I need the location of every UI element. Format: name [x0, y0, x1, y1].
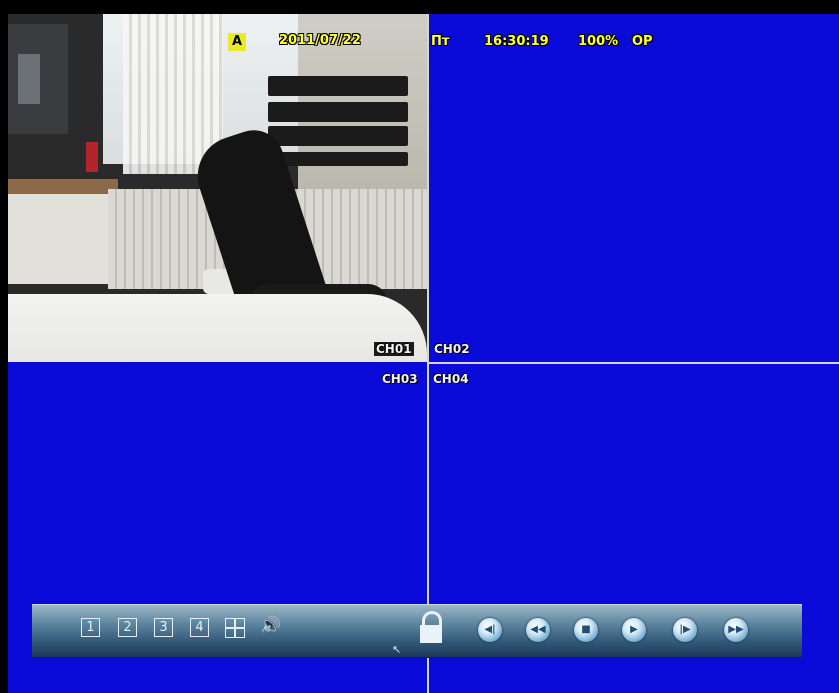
volume-icon[interactable]: 🔊: [260, 616, 281, 636]
feed-tray: [268, 76, 408, 96]
osd-mode: OP: [632, 34, 653, 49]
rewind-slow-icon[interactable]: ◀|: [478, 618, 502, 642]
stop-icon[interactable]: ■: [574, 618, 598, 642]
mouse-cursor-icon: ↖: [392, 643, 402, 656]
lock-icon[interactable]: [420, 611, 442, 645]
feed-table: [8, 294, 427, 362]
channel-3-button[interactable]: 3: [154, 618, 173, 637]
channel-label-ch01: CH01: [374, 342, 414, 356]
osd-percent: 100%: [578, 34, 619, 49]
feed-tray: [268, 126, 408, 146]
dvr-screen: [8, 14, 839, 693]
channel-2-button[interactable]: 2: [118, 618, 137, 637]
grid-divider-vertical: [427, 14, 429, 693]
feed-tray: [268, 102, 408, 122]
channel-label-ch02: CH02: [434, 342, 470, 356]
channel-2-view[interactable]: [429, 14, 839, 362]
channel-4-button[interactable]: 4: [190, 618, 209, 637]
feed-can: [86, 142, 98, 172]
quad-view-icon[interactable]: [225, 618, 245, 638]
feed-monitor-stand: [18, 54, 40, 104]
channel-label-ch03: CH03: [382, 372, 418, 386]
play-icon[interactable]: ▶: [622, 618, 646, 642]
grid-divider-horizontal: [427, 362, 839, 364]
channel-1-view[interactable]: [8, 14, 427, 362]
alarm-badge: A: [228, 33, 246, 51]
channel-label-ch04: CH04: [433, 372, 469, 386]
step-forward-icon[interactable]: |▶: [673, 618, 697, 642]
osd-date: 2011/07/22: [279, 33, 361, 48]
feed-desk-front: [8, 194, 108, 284]
fast-forward-icon[interactable]: ▶▶: [724, 618, 748, 642]
playback-toolbar: 1 2 3 4 🔊 ◀| ◀◀ ■ ▶ |▶ ▶▶: [32, 604, 802, 658]
fast-rewind-icon[interactable]: ◀◀: [526, 618, 550, 642]
osd-time: 16:30:19: [484, 34, 549, 49]
feed-tray: [268, 152, 408, 166]
channel-1-button[interactable]: 1: [81, 618, 100, 637]
lock-body: [420, 625, 442, 643]
osd-day: Пт: [431, 34, 450, 49]
